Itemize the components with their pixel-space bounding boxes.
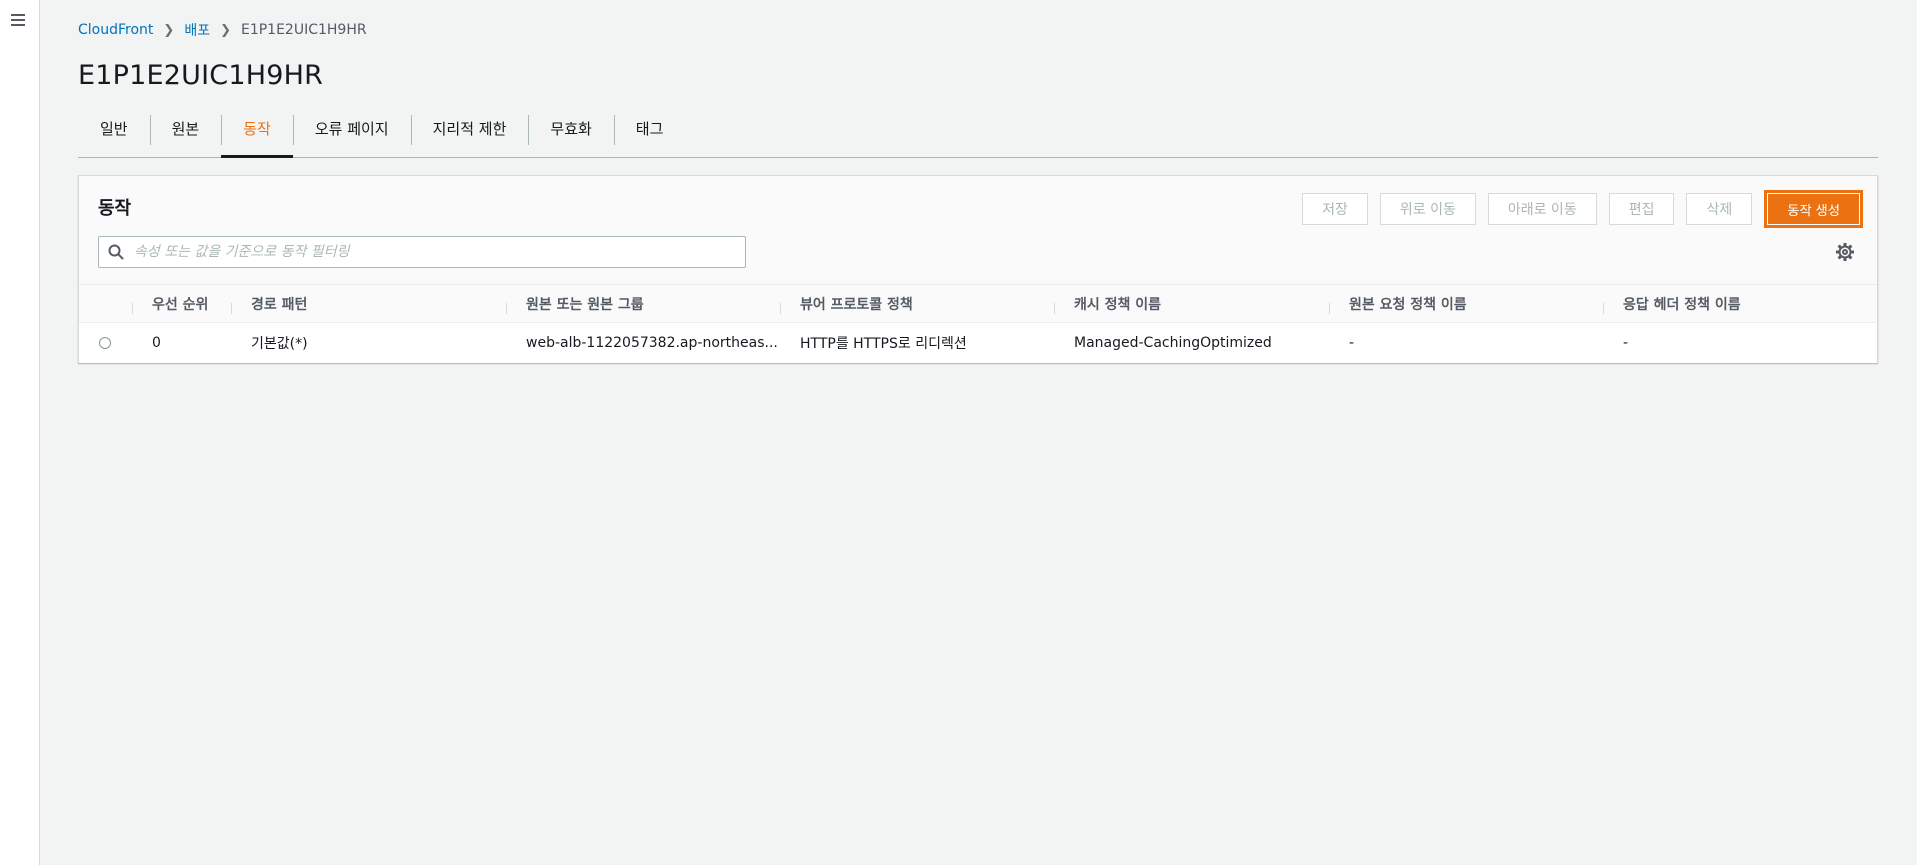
save-button[interactable]: 저장 bbox=[1302, 193, 1368, 225]
column-header-viewer-protocol[interactable]: 뷰어 프로토콜 정책 bbox=[780, 294, 1054, 314]
priority-cell: 0 bbox=[152, 335, 161, 351]
tab-geographic-restrictions[interactable]: 지리적 제한 bbox=[410, 110, 529, 157]
breadcrumb: CloudFront ❯ 배포 ❯ E1P1E2UIC1H9HR bbox=[78, 20, 367, 40]
column-header-priority[interactable]: 우선 순위 bbox=[132, 294, 231, 314]
search-input[interactable] bbox=[132, 243, 745, 261]
table-header: 우선 순위 경로 패턴 원본 또는 원본 그룹 뷰어 프로토콜 정책 캐시 정책… bbox=[79, 284, 1877, 323]
panel-title: 동작 bbox=[98, 198, 132, 219]
page-title: E1P1E2UIC1H9HR bbox=[78, 60, 324, 91]
cache-policy-cell: Managed-CachingOptimized bbox=[1074, 335, 1272, 351]
tab-general[interactable]: 일반 bbox=[78, 110, 150, 157]
breadcrumb-current: E1P1E2UIC1H9HR bbox=[240, 22, 367, 38]
tab-list: 일반 원본 동작 오류 페이지 지리적 제한 무효화 태그 bbox=[78, 110, 1878, 158]
move-down-button[interactable]: 아래로 이동 bbox=[1487, 193, 1597, 225]
table-row[interactable]: 0 기본값(*) web-alb-1122057382.ap-northeas.… bbox=[79, 323, 1877, 363]
create-behavior-button[interactable]: 동작 생성 bbox=[1764, 190, 1863, 228]
response-headers-policy-cell: - bbox=[1623, 335, 1629, 351]
breadcrumb-distributions[interactable]: 배포 bbox=[184, 20, 210, 40]
behaviors-panel: 동작 저장 위로 이동 아래로 이동 편집 삭제 동작 생성 속성 또는 값을 … bbox=[78, 175, 1878, 363]
tab-invalidations[interactable]: 무효화 bbox=[528, 110, 613, 157]
chevron-right-icon: ❯ bbox=[220, 22, 231, 38]
move-up-button[interactable]: 위로 이동 bbox=[1379, 193, 1476, 225]
gear-icon[interactable] bbox=[1835, 242, 1855, 262]
breadcrumb-cloudfront[interactable]: CloudFront bbox=[78, 22, 153, 38]
origin-cell: web-alb-1122057382.ap-northeas... bbox=[526, 335, 778, 351]
action-bar: 저장 위로 이동 아래로 이동 편집 삭제 동작 생성 bbox=[1290, 190, 1863, 228]
chevron-right-icon: ❯ bbox=[163, 22, 175, 38]
column-header-origin[interactable]: 원본 또는 원본 그룹 bbox=[506, 294, 780, 314]
filter-search bbox=[98, 236, 746, 268]
side-navigation bbox=[0, 0, 40, 865]
column-header-path-pattern[interactable]: 경로 패턴 bbox=[231, 294, 506, 314]
delete-button[interactable]: 삭제 bbox=[1686, 193, 1753, 225]
viewer-protocol-cell: HTTP를 HTTPS로 리디렉션 bbox=[800, 336, 967, 352]
menu-icon[interactable] bbox=[11, 14, 25, 26]
tab-error-pages[interactable]: 오류 페이지 bbox=[292, 110, 411, 157]
row-radio-button[interactable] bbox=[99, 337, 111, 349]
column-header-cache-policy[interactable]: 캐시 정책 이름 bbox=[1054, 294, 1329, 314]
tab-behaviors[interactable]: 동작 bbox=[221, 110, 293, 158]
search-icon bbox=[108, 244, 124, 260]
path-pattern-cell: 기본값(*) bbox=[251, 336, 308, 352]
origin-request-policy-cell: - bbox=[1349, 335, 1355, 351]
column-header-origin-request-policy[interactable]: 원본 요청 정책 이름 bbox=[1329, 294, 1603, 314]
tab-tags[interactable]: 태그 bbox=[613, 110, 686, 157]
row-select-cell bbox=[79, 337, 132, 349]
tab-origins[interactable]: 원본 bbox=[149, 110, 222, 157]
edit-button[interactable]: 편집 bbox=[1608, 193, 1675, 225]
column-header-response-headers-policy[interactable]: 응답 헤더 정책 이름 bbox=[1603, 294, 1877, 314]
